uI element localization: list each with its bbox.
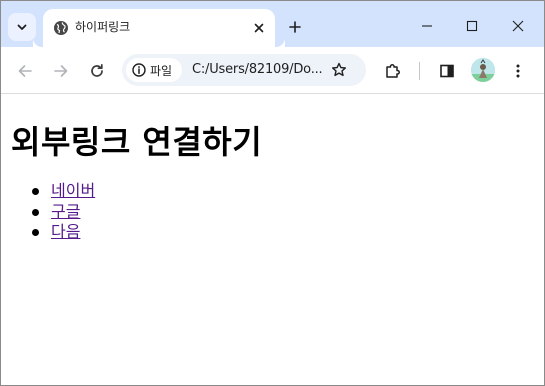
link-google[interactable]: 구글 <box>51 202 80 221</box>
address-bar[interactable]: 파일 C:/Users/82109/Do... <box>122 54 366 86</box>
plus-icon <box>289 21 301 33</box>
reload-button[interactable] <box>83 57 111 85</box>
page-title: 외부링크 연결하기 <box>11 123 263 161</box>
link-naver[interactable]: 네이버 <box>51 181 95 200</box>
reload-icon <box>91 63 103 77</box>
tab-active[interactable]: 하이퍼링크 <box>43 9 285 47</box>
back-button[interactable] <box>11 57 39 85</box>
site-info-chip[interactable]: 파일 <box>126 58 182 82</box>
info-icon <box>132 63 146 77</box>
toolbar-divider <box>419 62 420 80</box>
tab-close-button[interactable] <box>249 18 269 38</box>
page-content: 외부링크 연결하기 네이버 구글 다음 <box>1 95 544 385</box>
bookmark-button[interactable] <box>328 59 350 81</box>
link-daum[interactable]: 다음 <box>51 222 80 241</box>
profile-avatar[interactable] <box>471 58 495 82</box>
arrow-left-icon <box>18 65 32 77</box>
puzzle-icon <box>386 64 400 78</box>
list-item: 구글 <box>31 202 95 223</box>
tab-search-button[interactable] <box>8 13 36 41</box>
bullet <box>32 208 39 216</box>
arrow-right-icon <box>54 65 68 77</box>
minimize-button[interactable] <box>412 11 442 41</box>
url-text[interactable]: C:/Users/82109/Do... <box>192 62 323 77</box>
link-list: 네이버 구글 다음 <box>31 181 95 243</box>
toolbar: 파일 C:/Users/82109/Do... <box>1 47 544 94</box>
list-item: 다음 <box>31 222 95 243</box>
chevron-down-icon <box>17 24 27 30</box>
close-icon <box>512 20 524 32</box>
avatar-icon <box>471 58 495 82</box>
site-chip-label: 파일 <box>150 63 173 78</box>
maximize-icon <box>466 20 478 32</box>
minimize-icon <box>422 25 432 27</box>
kebab-menu-icon <box>516 64 520 78</box>
extensions-button[interactable] <box>379 57 407 85</box>
maximize-button[interactable] <box>457 11 487 41</box>
globe-icon <box>54 21 68 35</box>
window-close-button[interactable] <box>503 11 533 41</box>
tab-strip: 하이퍼링크 <box>1 1 544 47</box>
bullet <box>32 229 39 236</box>
list-item: 네이버 <box>31 181 95 202</box>
side-panel-button[interactable] <box>433 57 461 85</box>
tab-title: 하이퍼링크 <box>75 20 131 34</box>
forward-button[interactable] <box>47 57 75 85</box>
close-icon <box>254 23 264 33</box>
bullet <box>32 188 39 195</box>
menu-button[interactable] <box>504 57 532 85</box>
browser-window: 하이퍼링크 파일 C:/Users/82109/Do... 외부링크 연결하기 … <box>0 0 545 386</box>
side-panel-icon <box>440 64 454 78</box>
star-icon <box>332 62 346 77</box>
new-tab-button[interactable] <box>284 16 306 38</box>
